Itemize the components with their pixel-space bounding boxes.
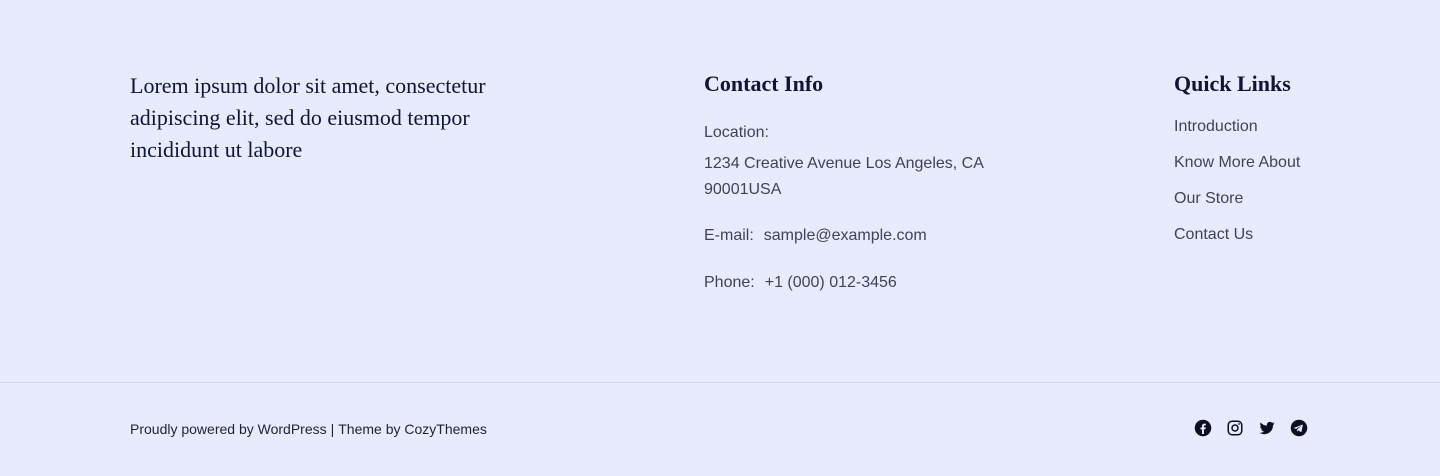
- quick-links-list: Introduction Know More About Our Store C…: [1174, 114, 1374, 248]
- quick-links-title: Quick Links: [1174, 71, 1291, 96]
- footer-tagline: Lorem ipsum dolor sit amet, consectetur …: [130, 73, 486, 162]
- quick-link-contact-us[interactable]: Contact Us: [1174, 222, 1374, 248]
- site-footer: Lorem ipsum dolor sit amet, consectetur …: [0, 0, 1440, 476]
- email-row: E-mail: sample@example.com: [704, 223, 1044, 249]
- phone-label: Phone:: [704, 274, 755, 291]
- contact-info-section: Contact Info Location: 1234 Creative Ave…: [704, 70, 1044, 296]
- location-value: 1234 Creative Avenue Los Angeles, CA 900…: [704, 155, 984, 198]
- quick-link-know-more-about[interactable]: Know More About: [1174, 150, 1374, 176]
- instagram-icon[interactable]: [1226, 419, 1244, 437]
- credits-separator: |: [330, 421, 335, 437]
- phone-row: Phone: +1 (000) 012-3456: [704, 270, 1044, 296]
- wordpress-link[interactable]: Proudly powered by WordPress: [130, 421, 327, 437]
- quick-links-section: Quick Links Introduction Know More About…: [1174, 70, 1374, 258]
- social-icons: [1194, 419, 1308, 437]
- footer-divider: [0, 382, 1440, 383]
- email-label: E-mail:: [704, 227, 754, 244]
- phone-value[interactable]: +1 (000) 012-3456: [765, 270, 897, 296]
- contact-info-title: Contact Info: [704, 71, 824, 96]
- email-value[interactable]: sample@example.com: [764, 223, 927, 249]
- cozythemes-link[interactable]: Theme by CozyThemes: [338, 421, 487, 437]
- location-label: Location:: [704, 124, 769, 141]
- quick-link-introduction[interactable]: Introduction: [1174, 114, 1374, 140]
- quick-link-our-store[interactable]: Our Store: [1174, 186, 1374, 212]
- twitter-icon[interactable]: [1258, 419, 1276, 437]
- telegram-icon[interactable]: [1290, 419, 1308, 437]
- footer-credits: Proudly powered by WordPress | Theme by Co…: [130, 419, 487, 439]
- facebook-icon[interactable]: [1194, 419, 1212, 437]
